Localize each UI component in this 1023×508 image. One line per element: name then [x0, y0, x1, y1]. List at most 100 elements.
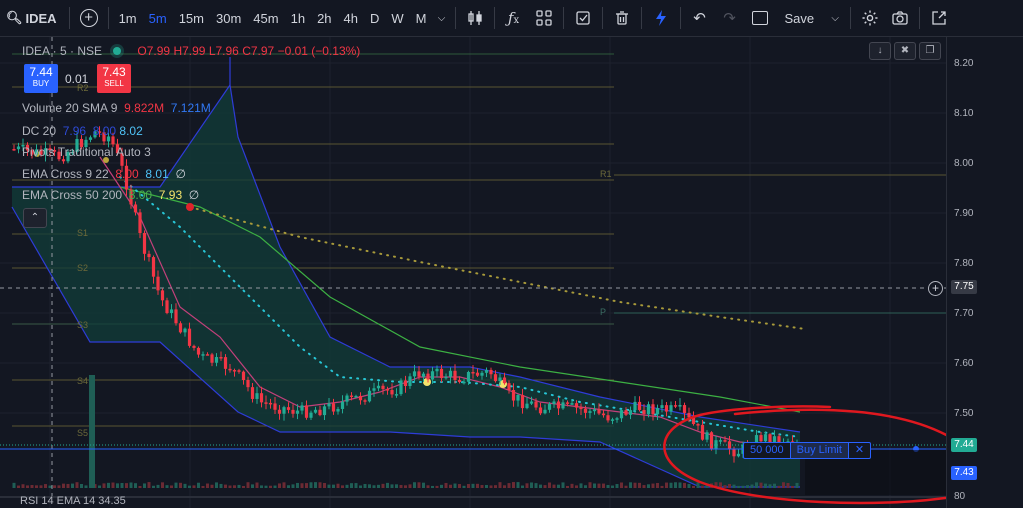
function-fx-icon: ƒx — [507, 9, 520, 27]
timeframe-w[interactable]: W — [385, 0, 409, 36]
volume-bar — [305, 483, 308, 488]
candle-body — [705, 432, 709, 440]
candle-body — [196, 347, 201, 355]
undo-button[interactable]: ↶ — [685, 0, 715, 36]
ema-cross-value: ∅ — [188, 188, 200, 202]
candle-body — [561, 402, 565, 409]
order-type[interactable]: Buy Limit — [790, 443, 848, 458]
templates-button[interactable] — [529, 0, 559, 36]
snapshot-button[interactable] — [885, 0, 915, 36]
indicators-button[interactable]: ƒx — [499, 0, 529, 36]
volume-bar — [363, 483, 367, 488]
volume-bar — [597, 483, 601, 488]
delete-drawings-button[interactable] — [607, 0, 637, 36]
volume-bar — [471, 483, 475, 488]
candle-body — [327, 403, 331, 407]
symbol-search-button[interactable]: 🔍︎ IDEA — [0, 0, 65, 36]
volume-bar — [354, 483, 358, 488]
chart-type-button[interactable] — [460, 0, 490, 36]
timeframe-5m[interactable]: 5m — [143, 0, 173, 36]
timeframe-1h[interactable]: 1h — [285, 0, 311, 36]
candle-body — [516, 395, 520, 401]
volume-bar — [701, 485, 704, 488]
buy-button[interactable]: 7.44 BUY — [24, 64, 58, 93]
volume-bar — [485, 484, 488, 488]
alert-button[interactable] — [568, 0, 598, 36]
candle-body — [592, 409, 597, 412]
pane-move-down-button[interactable]: ↓ — [869, 42, 891, 60]
candle-body — [448, 370, 453, 377]
timeframe-d[interactable]: D — [364, 0, 385, 36]
volume-bar — [732, 484, 736, 488]
candle-body — [709, 432, 714, 450]
ema-cross-legend-1[interactable]: EMA Cross 9 22 8.00 8.01 ∅ — [22, 167, 186, 181]
pane-collapse-button[interactable]: ✖︎ — [894, 42, 916, 60]
timeframe-30m[interactable]: 30m — [210, 0, 247, 36]
candle-body — [759, 435, 763, 442]
pivots-legend[interactable]: Pivots Traditional Auto 3 — [22, 145, 151, 159]
timeframe-45m[interactable]: 45m — [247, 0, 284, 36]
timeframe-m[interactable]: M — [410, 0, 433, 36]
price-tick: 8.00 — [954, 158, 974, 169]
buy-limit-order-label[interactable]: 50 000 Buy Limit ✕ — [743, 442, 872, 459]
save-dropdown-button[interactable]: ⌵ — [824, 0, 846, 36]
volume-bar — [422, 482, 425, 488]
bid-price-label: 7.44 — [951, 438, 977, 452]
volume-bar — [327, 484, 331, 488]
expand-icon — [932, 11, 946, 25]
crosshair-add-button[interactable]: + — [928, 281, 943, 296]
volume-bar — [552, 484, 556, 488]
pivot-label-s2: S2 — [77, 263, 89, 273]
volume-bar — [233, 485, 236, 488]
timeframe-4h[interactable]: 4h — [338, 0, 364, 36]
cancel-order-button[interactable]: ✕ — [847, 443, 870, 458]
price-tick: 8.10 — [954, 108, 974, 119]
sell-button[interactable]: 7.43 SELL — [97, 64, 131, 93]
dc-legend[interactable]: DC 20 7.96 8.00 8.02 — [22, 124, 143, 138]
order-quantity[interactable]: 50 000 — [744, 443, 791, 458]
cross-marker — [186, 203, 194, 211]
ema-slow-value: 7.93 — [158, 188, 183, 202]
volume-bar — [593, 483, 596, 488]
redo-button[interactable]: ↷ — [715, 0, 745, 36]
volume-bar — [48, 485, 52, 488]
candle-body — [556, 401, 561, 409]
fullscreen-button[interactable] — [924, 0, 954, 36]
timeframe-2h[interactable]: 2h — [311, 0, 337, 36]
volume-bar — [368, 484, 371, 488]
volume-bar — [525, 483, 529, 488]
volume-bar — [215, 482, 218, 488]
candle-body — [340, 401, 345, 409]
save-button[interactable]: Save — [775, 0, 825, 36]
timeframe-15m[interactable]: 15m — [173, 0, 210, 36]
volume-bar — [548, 482, 551, 488]
lightning-icon — [655, 10, 666, 26]
settings-button[interactable] — [855, 0, 885, 36]
volume-bar — [777, 485, 781, 488]
compare-add-symbol-button[interactable]: + — [74, 0, 104, 36]
candle-body — [498, 377, 502, 382]
volume-bar — [584, 485, 587, 488]
candle-body — [480, 372, 484, 376]
candle-body — [565, 402, 570, 404]
volume-bar — [282, 482, 286, 488]
volume-legend[interactable]: Volume 20 SMA 9 9.822M 7.121M — [22, 101, 211, 115]
pane-maximize-button[interactable]: ❐ — [919, 42, 941, 60]
candle-body — [637, 401, 642, 410]
ema-cross-legend-2[interactable]: EMA Cross 50 200 8.00 7.93 ∅ — [22, 188, 199, 202]
legend-collapse-button[interactable]: ⌃ — [23, 208, 47, 228]
candle-body — [628, 410, 633, 415]
layout-button[interactable] — [745, 0, 775, 36]
rsi-legend[interactable]: RSI 14 EMA 14 34.35 — [20, 495, 126, 507]
candle-body — [453, 370, 457, 380]
price-axis[interactable]: 8.20 8.10 8.00 7.90 7.80 7.70 7.60 7.50 … — [946, 37, 1023, 508]
symbol-legend[interactable]: IDEA · 5 · NSE O7.99 H7.99 L7.96 C7.97 −… — [22, 44, 360, 58]
timeframe-dropdown-button[interactable]: ⌵ — [433, 0, 451, 36]
volume-bar-spike — [89, 375, 95, 488]
quick-trade-button[interactable] — [646, 0, 676, 36]
volume-bar — [125, 483, 128, 488]
timeframe-1m[interactable]: 1m — [113, 0, 143, 36]
volume-bar — [467, 484, 470, 488]
volume-bar — [786, 482, 790, 488]
candle-body — [615, 418, 619, 420]
